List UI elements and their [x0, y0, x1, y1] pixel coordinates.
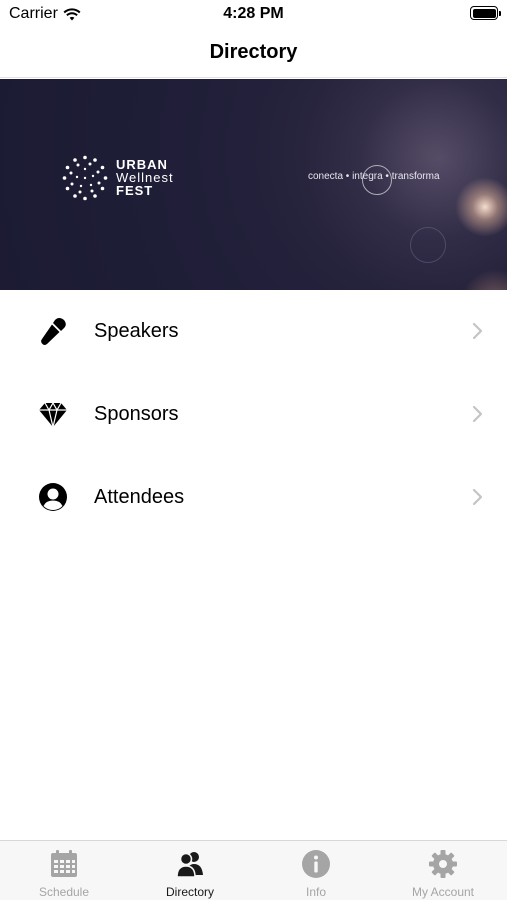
person-icon	[39, 483, 67, 511]
tab-label-my-account: My Account	[411, 885, 475, 899]
status-bar: Carrier 4:28 PM	[0, 0, 507, 30]
event-banner: URBAN Wellnest FEST conecta • integra • …	[0, 79, 507, 290]
directory-list: Speakers Sponsors Attendees	[0, 290, 507, 539]
tab-bar: Schedule Directory Info My Account	[0, 840, 507, 900]
calendar-icon	[51, 850, 77, 877]
lens-ring-decoration	[410, 227, 446, 263]
chevron-right-icon	[472, 488, 483, 506]
tab-label-schedule: Schedule	[38, 885, 90, 899]
people-icon	[176, 852, 203, 878]
navigation-bar: Directory	[0, 30, 507, 78]
tab-my-account[interactable]: My Account	[380, 841, 506, 900]
diamond-icon	[39, 401, 67, 428]
status-time: 4:28 PM	[223, 5, 284, 22]
tab-label-info: Info	[305, 885, 326, 899]
tab-directory[interactable]: Directory	[127, 841, 253, 900]
battery-icon	[470, 6, 501, 20]
directory-row-speakers[interactable]: Speakers	[0, 290, 507, 373]
tab-info[interactable]: Info	[253, 841, 379, 900]
logo-line-fest: FEST	[116, 183, 154, 198]
directory-row-sponsors[interactable]: Sponsors	[0, 373, 507, 456]
tab-schedule[interactable]: Schedule	[1, 841, 127, 900]
directory-row-attendees[interactable]: Attendees	[0, 456, 507, 539]
event-tagline: conecta • integra • transforma	[308, 171, 440, 182]
chevron-right-icon	[472, 405, 483, 423]
banner-lens-flare	[455, 177, 507, 237]
row-label-attendees: Attendees	[94, 486, 185, 508]
info-icon	[302, 850, 330, 878]
row-label-sponsors: Sponsors	[94, 403, 179, 425]
urban-wellnest-logo-icon	[62, 155, 108, 201]
page-title: Directory	[209, 41, 298, 63]
gear-icon	[429, 850, 457, 878]
chevron-right-icon	[472, 322, 483, 340]
event-logo-wordmark: URBAN Wellnest FEST	[116, 158, 174, 197]
row-label-speakers: Speakers	[94, 320, 179, 342]
microphone-icon	[41, 318, 66, 345]
tab-label-directory: Directory	[165, 885, 214, 899]
